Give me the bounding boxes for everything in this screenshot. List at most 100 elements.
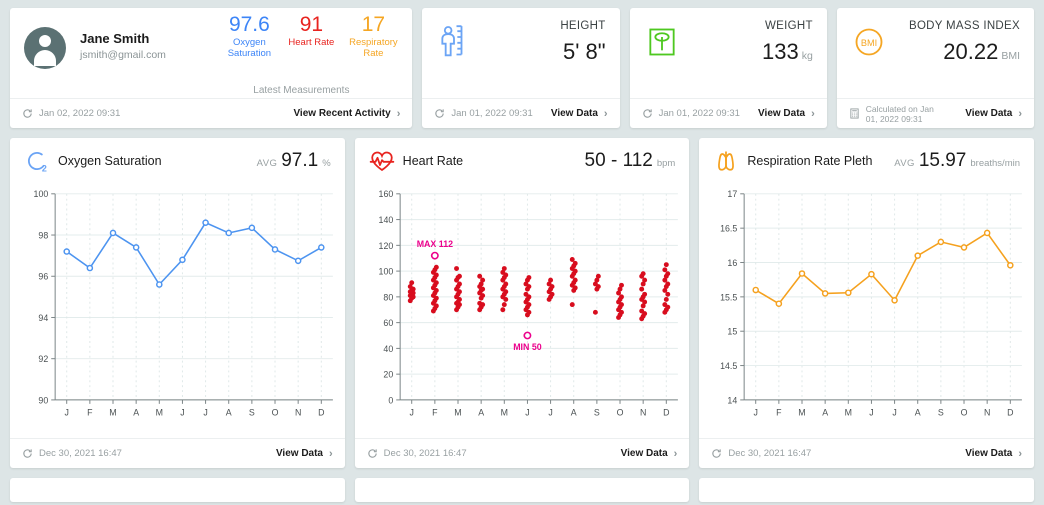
respiration-stat-value: 15.97 [918, 150, 967, 171]
vital-respiratory-rate: 17 Respiratory Rate [342, 12, 404, 59]
patient-card-footer: Jan 02, 2022 09:31 View Recent Activity … [10, 98, 413, 128]
svg-text:M: M [454, 408, 461, 418]
bmi-unit: BMI [1001, 50, 1020, 62]
weight-updated: Jan 01, 2022 09:31 [642, 108, 758, 119]
respiration-view-data-link[interactable]: View Data › [965, 448, 1022, 460]
svg-text:92: 92 [38, 354, 48, 364]
heart-chart-stat: 50 - 112 bpm [581, 150, 676, 172]
chevron-right-icon: › [396, 107, 401, 120]
svg-text:S: S [938, 408, 944, 418]
bmi-card-footer: Calculated on Jan 01, 2022 09:31 View Da… [836, 98, 1034, 128]
svg-text:S: S [594, 408, 600, 418]
view-recent-activity-link[interactable]: View Recent Activity › [293, 108, 400, 120]
respiration-chart-card: Respiration Rate Pleth AVG 15.97 breaths… [699, 138, 1035, 468]
svg-text:94: 94 [38, 313, 48, 323]
svg-text:60: 60 [383, 318, 393, 328]
heart-rate-icon [369, 151, 394, 171]
bmi-card: BMI BODY MASS INDEX 20.22 BMI Calculated… [836, 8, 1034, 128]
height-title: HEIGHT [560, 20, 606, 32]
heart-view-data-link[interactable]: View Data › [621, 448, 678, 460]
svg-text:J: J [893, 408, 897, 418]
oxygen-saturation-chart-card: 2 Oxygen Saturation AVG 97.1 % 90 92 94 96 9… [10, 138, 345, 468]
svg-text:D: D [318, 408, 324, 418]
oxygen-plot: 90 92 94 96 98 100 J F M A M J J A S O N D [10, 184, 345, 438]
chevron-right-icon: › [603, 107, 608, 120]
svg-text:J: J [870, 408, 874, 418]
heart-updated-date: Dec 30, 2021 16:47 [383, 448, 467, 459]
height-readout: HEIGHT 5' 8" [474, 20, 607, 98]
chevron-right-icon: › [329, 447, 333, 460]
svg-text:J: J [409, 408, 413, 418]
svg-text:16.5: 16.5 [720, 224, 737, 234]
svg-text:2: 2 [42, 164, 47, 174]
next-card-3 [699, 478, 1035, 502]
svg-text:D: D [1007, 408, 1013, 418]
bmi-body: BMI BODY MASS INDEX 20.22 BMI [837, 8, 1034, 98]
svg-text:A: A [133, 408, 139, 418]
bmi-view-data-link[interactable]: View Data › [965, 108, 1022, 120]
svg-text:0: 0 [388, 395, 393, 405]
height-card-footer: Jan 01, 2022 09:31 View Data › [422, 98, 620, 128]
heart-chart-title: Heart Rate [402, 154, 464, 168]
svg-text:F: F [432, 408, 438, 418]
oxygen-view-data-link[interactable]: View Data › [276, 448, 333, 460]
svg-text:N: N [295, 408, 301, 418]
bmi-date-line-1: Calculated on Jan [865, 103, 934, 114]
height-view-data-link[interactable]: View Data › [551, 108, 608, 120]
bmi-title: BODY MASS INDEX [908, 20, 1020, 32]
heart-card-footer: Dec 30, 2021 16:47 View Data › [354, 438, 690, 468]
weight-card: WEIGHT 133 kg Jan 01, 2022 09:31 View Dat… [629, 8, 827, 128]
respiration-card-footer: Dec 30, 2021 16:47 View Data › [699, 438, 1035, 468]
vital-oxygen-saturation: 97.6 Oxygen Saturation [218, 12, 280, 59]
svg-text:A: A [915, 408, 921, 418]
patient-card: Jane Smith jsmith@gmail.com 97.6 Oxygen … [10, 8, 413, 128]
svg-text:J: J [180, 408, 184, 418]
svg-text:O: O [272, 408, 279, 418]
next-card-2 [354, 478, 690, 502]
weight-view-data-link[interactable]: View Data › [758, 108, 815, 120]
bmi-readout: BODY MASS INDEX 20.22 BMI [889, 20, 1022, 98]
svg-text:160: 160 [378, 189, 393, 199]
bmi-value-row: 20.22 BMI [889, 39, 1020, 65]
heart-view-data-label: View Data [620, 448, 668, 459]
heart-stat-unit: bpm [656, 158, 676, 169]
chevron-right-icon: › [1018, 447, 1023, 460]
weight-readout: WEIGHT 133 kg [682, 20, 815, 98]
chevron-right-icon: › [1018, 107, 1022, 120]
svg-text:J: J [203, 408, 207, 418]
oxygen-card-footer: Dec 30, 2021 16:47 View Data › [10, 438, 345, 468]
svg-text:M: M [845, 408, 852, 418]
vital-respiratory-label: Respiratory Rate [349, 37, 398, 59]
bmi-date-line-2: 01, 2022 09:31 [865, 113, 923, 124]
svg-text:14.5: 14.5 [720, 361, 737, 371]
chevron-right-icon: › [811, 107, 815, 120]
oxygen-updated: Dec 30, 2021 16:47 [22, 448, 276, 459]
weight-card-footer: Jan 01, 2022 09:31 View Data › [629, 98, 827, 128]
heart-chart-header: Heart Rate 50 - 112 bpm [355, 138, 690, 184]
svg-text:A: A [226, 408, 232, 418]
respiration-stat-prefix: AVG [894, 158, 915, 169]
patient-updated: Jan 02, 2022 09:31 [22, 108, 293, 119]
svg-text:A: A [478, 408, 484, 418]
charts-row: 2 Oxygen Saturation AVG 97.1 % 90 92 94 96 9… [10, 138, 1035, 468]
respiration-chart-stat: AVG 15.97 breaths/min [894, 150, 1020, 172]
weight-view-data-label: View Data [758, 108, 806, 119]
svg-text:120: 120 [378, 241, 393, 251]
svg-text:80: 80 [383, 292, 393, 302]
weight-title: WEIGHT [764, 20, 813, 32]
weight-unit: kg [801, 50, 813, 62]
oxygen-view-data-label: View Data [275, 448, 323, 459]
svg-text:140: 140 [378, 215, 393, 225]
respiration-plot: 14 14.5 15 15.5 16 16.5 17 J F M A M J J A S O N D [699, 184, 1034, 438]
height-view-data-label: View Data [550, 108, 598, 119]
patient-body: Jane Smith jsmith@gmail.com 97.6 Oxygen … [10, 8, 412, 98]
bmi-calculated: Calculated on Jan 01, 2022 09:31 [849, 104, 965, 124]
svg-text:N: N [984, 408, 990, 418]
refresh-icon [435, 109, 445, 118]
vital-heart-rate: 91 Heart Rate [280, 12, 342, 59]
weight-updated-date: Jan 01, 2022 09:31 [658, 108, 740, 119]
heart-plot: 0 20 40 60 80 100 120 140 160 J F M A M J J A S O N D MAX 112… [355, 184, 690, 438]
view-recent-activity-label: View Recent Activity [293, 108, 391, 119]
heart-rate-chart-card: Heart Rate 50 - 112 bpm 0 20 40 60 80 100 120 1… [354, 138, 690, 468]
respiration-updated: Dec 30, 2021 16:47 [711, 448, 965, 459]
